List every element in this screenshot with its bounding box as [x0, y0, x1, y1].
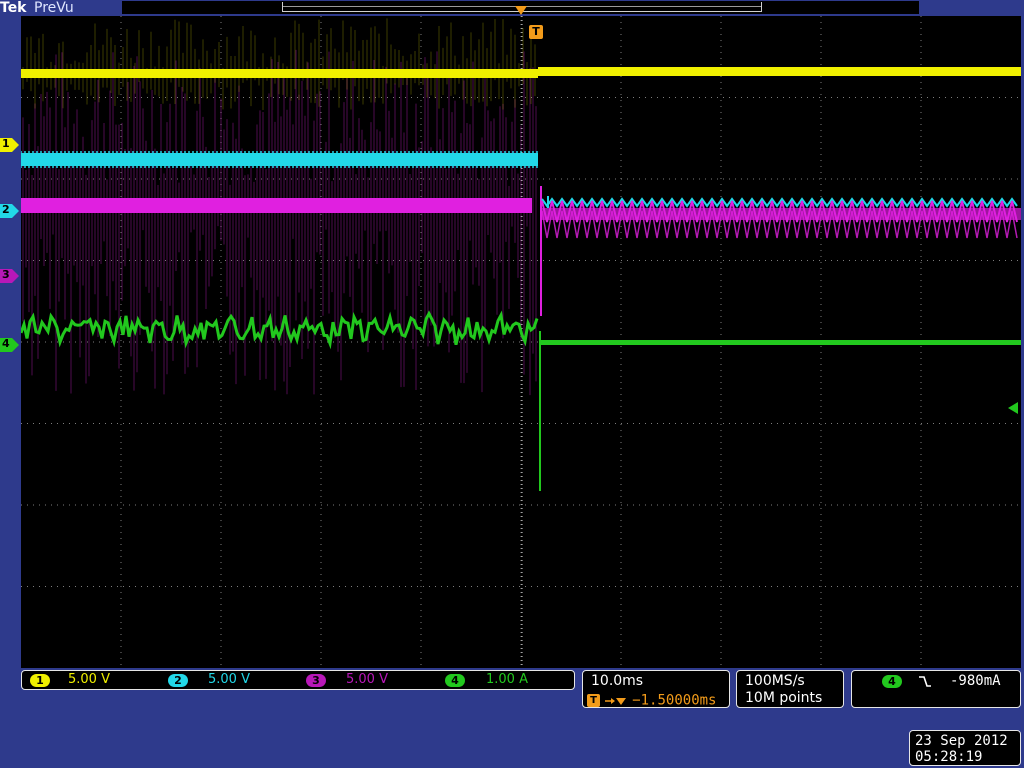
ch4-badge[interactable]: 4 — [445, 674, 465, 687]
waveform-canvas — [21, 16, 1021, 668]
ch3-scale[interactable]: 5.00 V — [346, 672, 388, 688]
ch4-trace-after — [540, 340, 1021, 345]
record-view-bar[interactable] — [122, 1, 919, 15]
trigger-time-marker[interactable]: T — [529, 25, 543, 39]
channel-scale-bar[interactable]: 1 5.00 V 2 5.00 V 3 5.00 V 4 1.00 A — [21, 670, 575, 690]
date-time-display: 23 Sep 2012 05:28:19 — [909, 730, 1021, 766]
trigger-settings[interactable]: 4 -980mA — [851, 670, 1021, 708]
ch2-badge[interactable]: 2 — [168, 674, 188, 687]
sample-rate: 100MS/s — [745, 673, 805, 689]
ch2-scale[interactable]: 5.00 V — [208, 672, 250, 688]
time: 05:28:19 — [915, 749, 983, 765]
ch3-trace — [21, 198, 532, 213]
horizontal-settings[interactable]: 10.0ms T −1.50000ms — [582, 670, 730, 709]
top-bar: Tek PreVu — [0, 0, 1024, 16]
trigger-source-label: 4 — [888, 675, 896, 688]
ch3-ground-marker[interactable]: 3 — [0, 268, 19, 283]
date: 23 Sep 2012 — [915, 733, 1008, 749]
ch3-badge[interactable]: 3 — [306, 674, 326, 687]
record-length: 10M points — [745, 690, 823, 706]
ch4-marker-label: 4 — [2, 337, 10, 350]
falling-edge-icon — [919, 676, 931, 687]
ch1-ground-marker[interactable]: 1 — [0, 137, 19, 152]
ch1-badge[interactable]: 1 — [30, 674, 50, 687]
ch1-marker-label: 1 — [2, 137, 10, 150]
ch3-band-after — [542, 208, 1021, 220]
ch4-scale[interactable]: 1.00 A — [486, 672, 528, 688]
horizontal-scale: 10.0ms — [591, 673, 644, 689]
ch1-badge-label: 1 — [36, 674, 44, 687]
ch4-badge-label: 4 — [451, 674, 459, 687]
ch1-trace — [21, 69, 538, 78]
ch3-badge-label: 3 — [312, 674, 320, 687]
delay-arrow-icon — [605, 697, 627, 705]
trigger-time-marker-label: T — [532, 25, 540, 38]
trigger-level-icon[interactable] — [1008, 402, 1020, 414]
prevu-label: PreVu — [34, 0, 74, 16]
ch1-trace-after — [538, 67, 1021, 76]
trigger-source-badge: 4 — [882, 675, 902, 688]
trigger-delay-value: −1.50000ms — [632, 692, 717, 709]
ch1-scale[interactable]: 5.00 V — [68, 672, 110, 688]
ch3-marker-label: 3 — [2, 268, 10, 281]
acquisition-settings[interactable]: 100MS/s 10M points — [736, 670, 844, 708]
ch2-marker-label: 2 — [2, 203, 10, 216]
trigger-delay-icon: T — [587, 694, 600, 707]
waveform-display[interactable] — [21, 16, 1021, 668]
ch4-ground-marker[interactable]: 4 — [0, 337, 19, 352]
trigger-delay-row: T −1.50000ms — [587, 690, 717, 709]
ch2-badge-label: 2 — [174, 674, 182, 687]
tek-logo: Tek — [0, 0, 27, 16]
trigger-level: -980mA — [950, 673, 1001, 689]
ch2-ground-marker[interactable]: 2 — [0, 203, 19, 218]
